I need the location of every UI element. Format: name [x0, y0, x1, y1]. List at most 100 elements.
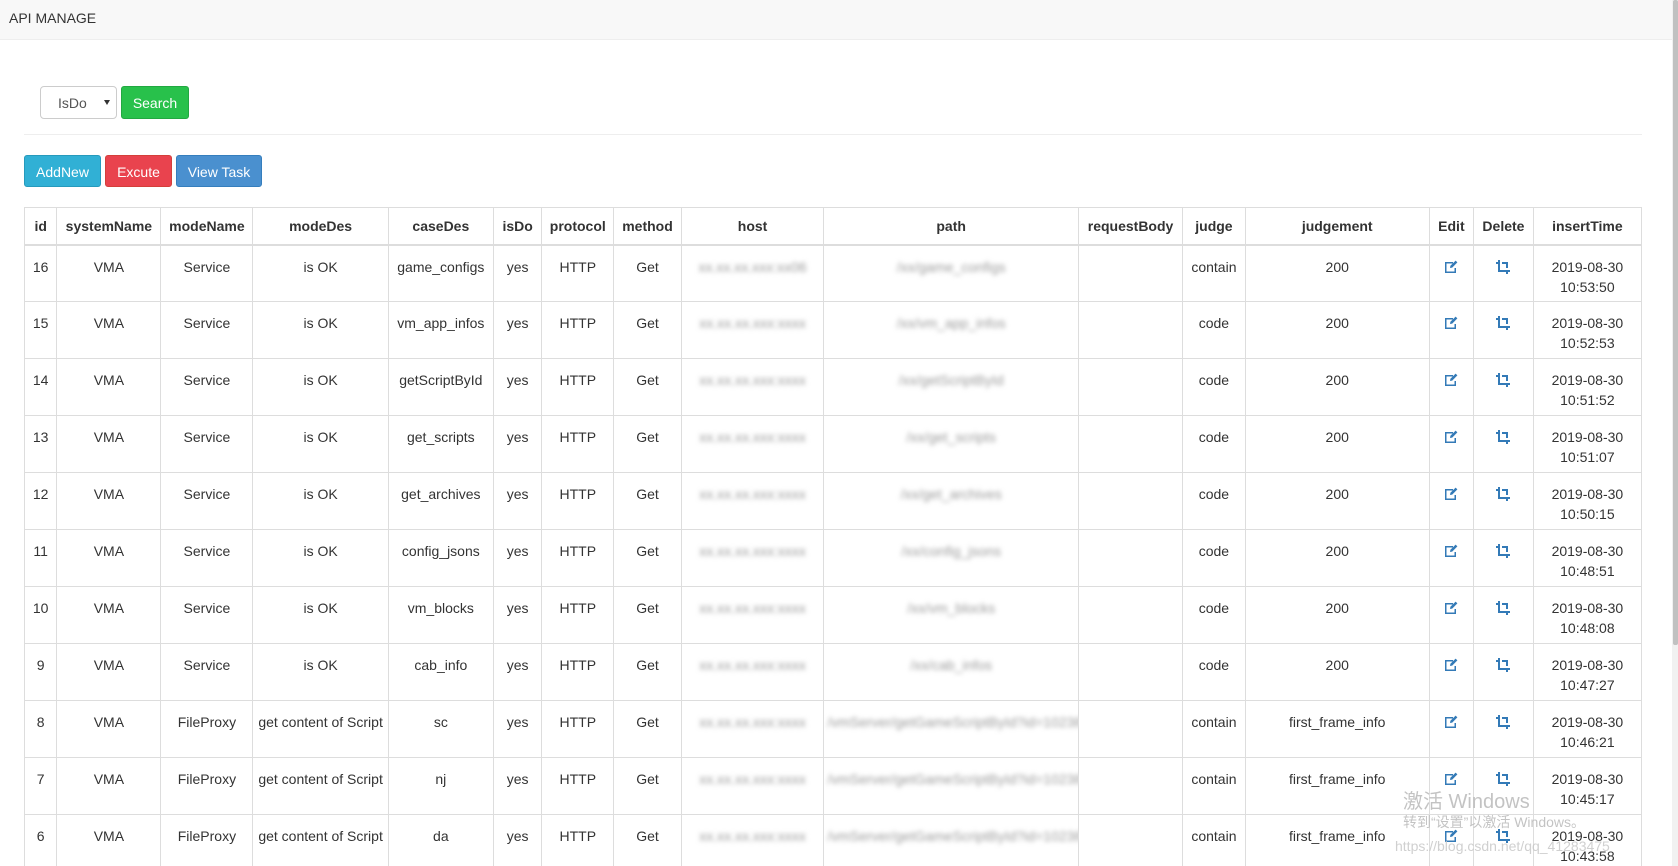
crop-icon[interactable]	[1495, 543, 1511, 559]
cell-edit	[1428, 358, 1475, 416]
crop-icon[interactable]	[1495, 372, 1511, 388]
cell-judgement: first_frame_info	[1244, 700, 1430, 758]
cell-requestbody	[1077, 529, 1184, 587]
add-new-button[interactable]: AddNew	[24, 155, 101, 187]
cell-judge: contain	[1182, 814, 1246, 866]
cell-edit	[1428, 700, 1475, 758]
cell-delete	[1473, 586, 1534, 644]
insert-clock: 10:48:08	[1560, 620, 1615, 636]
cell-modedes: get content of Script	[252, 700, 389, 758]
crop-icon[interactable]	[1495, 315, 1511, 331]
caret-down-icon	[104, 100, 110, 105]
cell-judge: code	[1182, 643, 1246, 701]
cell-judge: code	[1182, 586, 1246, 644]
cell-path: /vmServer/getGameScriptById?id=10238	[823, 700, 1079, 758]
page-title: API MANAGE	[9, 10, 97, 26]
cell-requestbody	[1077, 586, 1184, 644]
insert-date: 2019-08-30	[1551, 714, 1624, 730]
cell-protocol: HTTP	[541, 244, 615, 302]
path-redacted-text: /xx/config_jsons	[901, 543, 1001, 559]
cell-systemname: VMA	[56, 700, 162, 758]
insert-clock: 10:48:51	[1560, 563, 1615, 579]
cell-host: xx.xx.xx.xxx:xxxx	[680, 814, 825, 866]
scrollbar-thumb[interactable]	[1673, 0, 1678, 645]
cell-isdo: yes	[492, 586, 543, 644]
cell-path: /xx/cab_infos	[823, 643, 1079, 701]
cell-modedes: is OK	[252, 472, 389, 530]
column-header-protocol: protocol	[541, 207, 615, 246]
edit-icon[interactable]	[1443, 486, 1459, 502]
cell-casedes: vm_blocks	[387, 586, 494, 644]
cell-judge: code	[1182, 358, 1246, 416]
insert-clock: 10:47:27	[1560, 677, 1615, 693]
cell-judgement: 200	[1244, 244, 1430, 302]
cell-edit	[1428, 586, 1475, 644]
cell-judge: code	[1182, 529, 1246, 587]
cell-judgement: 200	[1244, 358, 1430, 416]
api-table: id systemName modeName modeDes caseDes i…	[23, 207, 1643, 866]
cell-modename: FileProxy	[160, 757, 254, 815]
divider	[24, 134, 1642, 135]
insert-clock: 10:51:07	[1560, 449, 1615, 465]
crop-icon[interactable]	[1495, 429, 1511, 445]
cell-protocol: HTTP	[541, 415, 615, 473]
cell-inserttime: 2019-08-30 10:48:51	[1532, 529, 1643, 587]
cell-host: xx.xx.xx.xxx:xxxx	[680, 529, 825, 587]
cell-edit	[1428, 529, 1475, 587]
edit-icon[interactable]	[1443, 315, 1459, 331]
host-redacted-text: xx.xx.xx.xxx:xxxx	[699, 600, 806, 616]
cell-inserttime: 2019-08-30 10:50:15	[1532, 472, 1643, 530]
cell-judge: contain	[1182, 757, 1246, 815]
host-redacted-text: xx.xx.xx.xxx:xxxx	[699, 657, 806, 673]
cell-requestbody	[1077, 301, 1184, 359]
cell-systemname: VMA	[56, 586, 162, 644]
select-value: IsDo	[58, 95, 87, 111]
insert-date: 2019-08-30	[1551, 600, 1624, 616]
search-button[interactable]: Search	[121, 86, 189, 119]
edit-icon[interactable]	[1443, 600, 1459, 616]
edit-icon[interactable]	[1443, 429, 1459, 445]
edit-icon[interactable]	[1443, 372, 1459, 388]
cell-requestbody	[1077, 814, 1184, 866]
crop-icon[interactable]	[1495, 259, 1511, 275]
insert-date: 2019-08-30	[1551, 372, 1624, 388]
edit-icon[interactable]	[1443, 259, 1459, 275]
column-header-modedes: modeDes	[252, 207, 389, 246]
cell-judge: code	[1182, 301, 1246, 359]
cell-judgement: 200	[1244, 586, 1430, 644]
crop-icon[interactable]	[1495, 600, 1511, 616]
cell-modename: Service	[160, 358, 254, 416]
crop-icon[interactable]	[1495, 714, 1511, 730]
column-header-casedes: caseDes	[387, 207, 494, 246]
host-redacted-text: xx.xx.xx.xxx:xxxx	[699, 372, 806, 388]
cell-inserttime: 2019-08-30 10:46:21	[1532, 700, 1643, 758]
cell-requestbody	[1077, 472, 1184, 530]
cell-method: Get	[613, 415, 682, 473]
cell-modename: Service	[160, 472, 254, 530]
execute-button[interactable]: Excute	[105, 155, 172, 187]
path-redacted-text: /xx/vm_blocks	[907, 600, 996, 616]
isdo-filter-select[interactable]: IsDo	[40, 86, 117, 119]
crop-icon[interactable]	[1495, 657, 1511, 673]
column-header-systemname: systemName	[56, 207, 162, 246]
cell-modename: Service	[160, 301, 254, 359]
cell-modename: FileProxy	[160, 700, 254, 758]
edit-icon[interactable]	[1443, 657, 1459, 673]
cell-casedes: config_jsons	[387, 529, 494, 587]
cell-modename: Service	[160, 529, 254, 587]
host-redacted-text: xx.xx.xx.xxx:xxxx	[699, 486, 806, 502]
edit-icon[interactable]	[1443, 543, 1459, 559]
insert-clock: 10:50:15	[1560, 506, 1615, 522]
cell-casedes: da	[387, 814, 494, 866]
cell-path: /vmServer/getGameScriptById?id=10238	[823, 757, 1079, 815]
crop-icon[interactable]	[1495, 486, 1511, 502]
host-redacted-text: xx.xx.xx.xxx:xxxx	[699, 315, 806, 331]
path-redacted-text: /xx/getScriptById	[898, 372, 1004, 388]
table-body: 16 VMA Service is OK game_configs yes HTTP Get x…	[23, 244, 1643, 866]
insert-date: 2019-08-30	[1551, 771, 1624, 787]
view-task-button[interactable]: View Task	[176, 155, 262, 187]
edit-icon[interactable]	[1443, 714, 1459, 730]
cell-judge: code	[1182, 415, 1246, 473]
cell-id: 8	[23, 700, 58, 758]
table-header-row: id systemName modeName modeDes caseDes i…	[23, 207, 1643, 246]
